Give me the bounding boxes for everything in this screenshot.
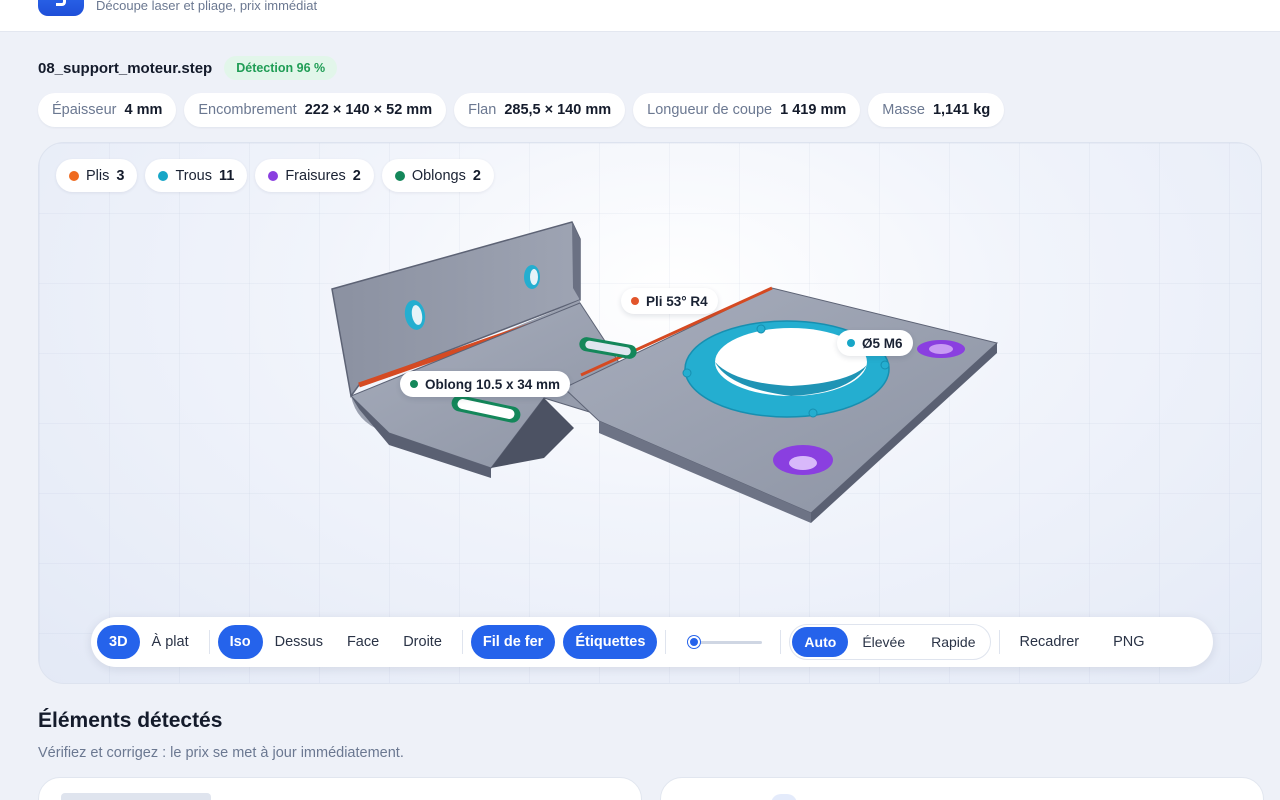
chip-count: 3 bbox=[116, 167, 125, 184]
mode-3d-button[interactable]: 3D bbox=[97, 625, 140, 659]
slot-dot-icon bbox=[410, 380, 418, 388]
annotation-bend-text: Pli 53° R4 bbox=[646, 293, 708, 309]
slider-knob[interactable] bbox=[688, 636, 701, 648]
quality-auto-button[interactable]: Auto bbox=[792, 627, 849, 657]
chip-label: Fraisures bbox=[285, 167, 346, 184]
chip-count: 11 bbox=[218, 167, 235, 184]
file-row: 08_support_moteur.step Détection 96 % bbox=[38, 54, 338, 82]
quality-segmented-control: Auto Élevée Rapide bbox=[789, 624, 991, 660]
chip-countersinks[interactable]: Fraisures 2 bbox=[255, 159, 374, 192]
logo-glyph-icon bbox=[56, 0, 66, 6]
annotation-hole[interactable]: Ø5 M6 bbox=[837, 330, 913, 356]
spec-blank: Flan 285,5 × 140 mm bbox=[454, 93, 626, 127]
top-bar: Découpe laser et pliage, prix immédiat bbox=[0, 0, 1280, 32]
model-bolt-hole bbox=[880, 360, 890, 370]
toolbar-divider bbox=[998, 630, 1000, 654]
model-wall-hole-inner bbox=[530, 269, 538, 285]
model-bolt-hole bbox=[682, 368, 692, 378]
countersink-color-dot-icon bbox=[268, 170, 279, 181]
detection-badge: Détection 96 % bbox=[224, 56, 338, 80]
app-tagline: Découpe laser et pliage, prix immédiat bbox=[96, 0, 318, 13]
recenter-button[interactable]: Recadrer bbox=[1008, 625, 1092, 659]
detected-subtitle: Vérifiez et corrigez : le prix se met à … bbox=[38, 745, 404, 761]
card-title-placeholder bbox=[61, 793, 211, 800]
slot-color-dot-icon bbox=[394, 170, 405, 181]
detected-card-left bbox=[38, 777, 642, 800]
view-right-button[interactable]: Droite bbox=[391, 625, 454, 659]
chip-label: Trous bbox=[175, 167, 212, 184]
spec-label: Longueur de coupe bbox=[647, 102, 773, 118]
quality-high-button[interactable]: Élevée bbox=[850, 627, 917, 657]
file-name: 08_support_moteur.step bbox=[38, 59, 213, 77]
chip-label: Plis bbox=[86, 167, 110, 184]
detected-title: Éléments détectés bbox=[38, 709, 223, 732]
spec-thickness: Épaisseur 4 mm bbox=[38, 93, 177, 127]
spec-mass: Masse 1,141 kg bbox=[868, 93, 1005, 127]
spec-value: 1 419 mm bbox=[780, 102, 847, 118]
toolbar-divider bbox=[208, 630, 210, 654]
annotation-slot-text: Oblong 10.5 x 34 mm bbox=[425, 376, 561, 392]
model-viewer[interactable]: Plis 3 Trous 11 Fraisures 2 Oblongs 2 Pl… bbox=[38, 142, 1262, 684]
hole-color-dot-icon bbox=[158, 170, 169, 181]
spec-value: 1,141 kg bbox=[932, 102, 991, 118]
view-front-button[interactable]: Face bbox=[335, 625, 391, 659]
model-bolt-hole bbox=[808, 408, 818, 418]
model-wall-edge bbox=[572, 222, 580, 300]
slider-track bbox=[692, 641, 763, 644]
spec-label: Flan bbox=[468, 102, 497, 118]
chip-count: 2 bbox=[472, 167, 481, 184]
wireframe-toggle[interactable]: Fil de fer bbox=[470, 625, 556, 659]
explode-slider[interactable] bbox=[688, 635, 763, 649]
viewer-toolbar: 3D À plat Iso Dessus Face Droite Fil de … bbox=[91, 617, 1213, 667]
model-countersink-hole bbox=[929, 344, 953, 354]
model-bolt-hole bbox=[756, 324, 766, 334]
annotation-bend[interactable]: Pli 53° R4 bbox=[621, 288, 718, 314]
view-iso-button[interactable]: Iso bbox=[217, 625, 263, 659]
model-countersink-hole bbox=[789, 456, 817, 470]
chip-bends[interactable]: Plis 3 bbox=[56, 159, 138, 192]
spec-value: 4 mm bbox=[124, 102, 163, 118]
chip-slots[interactable]: Oblongs 2 bbox=[381, 159, 494, 192]
bend-dot-icon bbox=[631, 297, 639, 305]
chip-count: 2 bbox=[352, 167, 361, 184]
spec-label: Encombrement bbox=[198, 102, 297, 118]
card-count-badge bbox=[771, 794, 797, 800]
feature-chips: Plis 3 Trous 11 Fraisures 2 Oblongs 2 bbox=[56, 159, 494, 192]
spec-bounding-box: Encombrement 222 × 140 × 52 mm bbox=[184, 93, 447, 127]
spec-cut-length: Longueur de coupe 1 419 mm bbox=[633, 93, 861, 127]
spec-list: Épaisseur 4 mm Encombrement 222 × 140 × … bbox=[38, 93, 1005, 127]
spec-label: Masse bbox=[882, 102, 925, 118]
toolbar-divider bbox=[461, 630, 463, 654]
spec-label: Épaisseur bbox=[52, 102, 117, 118]
annotation-hole-text: Ø5 M6 bbox=[862, 335, 903, 351]
hole-dot-icon bbox=[847, 339, 855, 347]
bend-color-dot-icon bbox=[69, 170, 79, 181]
detected-card-right bbox=[660, 777, 1264, 800]
chip-label: Oblongs bbox=[411, 167, 466, 184]
mode-flat-button[interactable]: À plat bbox=[140, 625, 201, 659]
sheet-metal-model[interactable] bbox=[39, 143, 1262, 684]
app-logo[interactable] bbox=[38, 0, 84, 16]
spec-value: 285,5 × 140 mm bbox=[504, 102, 612, 118]
spec-value: 222 × 140 × 52 mm bbox=[304, 102, 433, 118]
view-top-button[interactable]: Dessus bbox=[263, 625, 335, 659]
quality-fast-button[interactable]: Rapide bbox=[919, 627, 987, 657]
annotation-slot[interactable]: Oblong 10.5 x 34 mm bbox=[400, 371, 571, 397]
labels-toggle[interactable]: Étiquettes bbox=[563, 625, 658, 659]
chip-holes[interactable]: Trous 11 bbox=[145, 159, 248, 192]
png-export-button[interactable]: PNG bbox=[1101, 625, 1156, 659]
toolbar-divider bbox=[665, 630, 667, 654]
toolbar-divider bbox=[780, 630, 782, 654]
